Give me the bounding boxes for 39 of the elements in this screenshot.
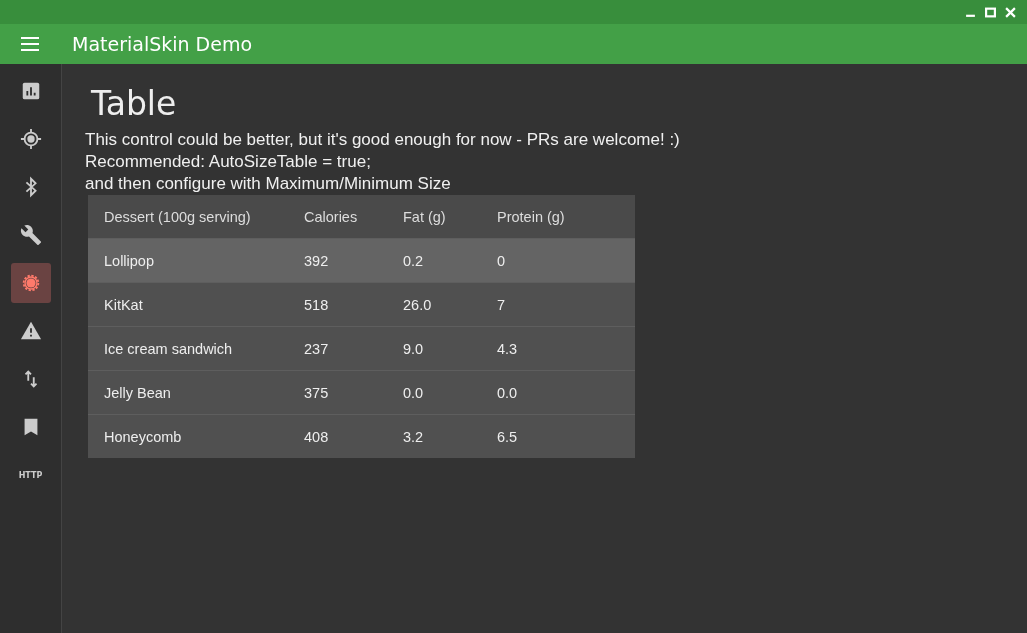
http-nav-item[interactable]: HTTP (10, 455, 51, 495)
table-cell-text: 237 (304, 340, 330, 357)
table-cell-text: 0.0 (497, 384, 519, 401)
table-row[interactable]: Ice cream sandwich 237 9.0 4.3 (88, 326, 635, 370)
close-icon[interactable] (1005, 6, 1016, 18)
maximize-icon[interactable] (985, 6, 996, 18)
table-cell-text: 3.2 (403, 428, 425, 445)
page-title: Table (91, 84, 178, 123)
table-row[interactable]: Jelly Bean 375 0.0 0.0 (88, 370, 635, 414)
table-cell-text: KitKat (104, 296, 144, 313)
table-cell-text: 6.5 (497, 428, 519, 445)
column-header[interactable]: Protein (g) (497, 208, 617, 225)
table-row[interactable]: Lollipop 392 0.2 0 (88, 238, 635, 282)
table-cell-text: 375 (304, 384, 330, 401)
table-cell-text: 7 (497, 296, 507, 313)
window-title: MaterialSkin Demo (72, 33, 253, 55)
table-cell-text: 408 (304, 428, 330, 445)
table-row[interactable]: Honeycomb 408 3.2 6.5 (88, 414, 635, 458)
description-text: This control could be better, but it's good enough for now - PRs are welcome! :) (85, 129, 681, 151)
table-cell-text: 4.3 (497, 340, 519, 357)
description-text: Recommended: AutoSizeTable = true; (85, 151, 372, 173)
table-cell-text: 0.0 (403, 384, 425, 401)
gear-icon[interactable] (10, 263, 51, 303)
menu-icon[interactable] (21, 37, 39, 51)
table-cell-text: 9.0 (403, 340, 425, 357)
table-cell-text: Jelly Bean (104, 384, 172, 401)
table-cell-text: 0 (497, 252, 507, 269)
table-cell-text: 518 (304, 296, 330, 313)
column-header[interactable]: Calories (304, 208, 403, 225)
table-cell-text: Honeycomb (104, 428, 183, 445)
table-cell-text: Lollipop (104, 252, 155, 269)
description-text: and then configure with Maximum/Minimum Size (85, 173, 452, 195)
column-header[interactable]: Fat (g) (403, 208, 497, 225)
table-cell-text: 392 (304, 252, 330, 269)
table-cell-text: 26.0 (403, 296, 433, 313)
column-header[interactable]: Dessert (100g serving) (104, 208, 304, 225)
table-cell-text: Ice cream sandwich (104, 340, 234, 357)
table-cell-text: 0.2 (403, 252, 425, 269)
table-row[interactable]: KitKat 518 26.0 7 (88, 282, 635, 326)
